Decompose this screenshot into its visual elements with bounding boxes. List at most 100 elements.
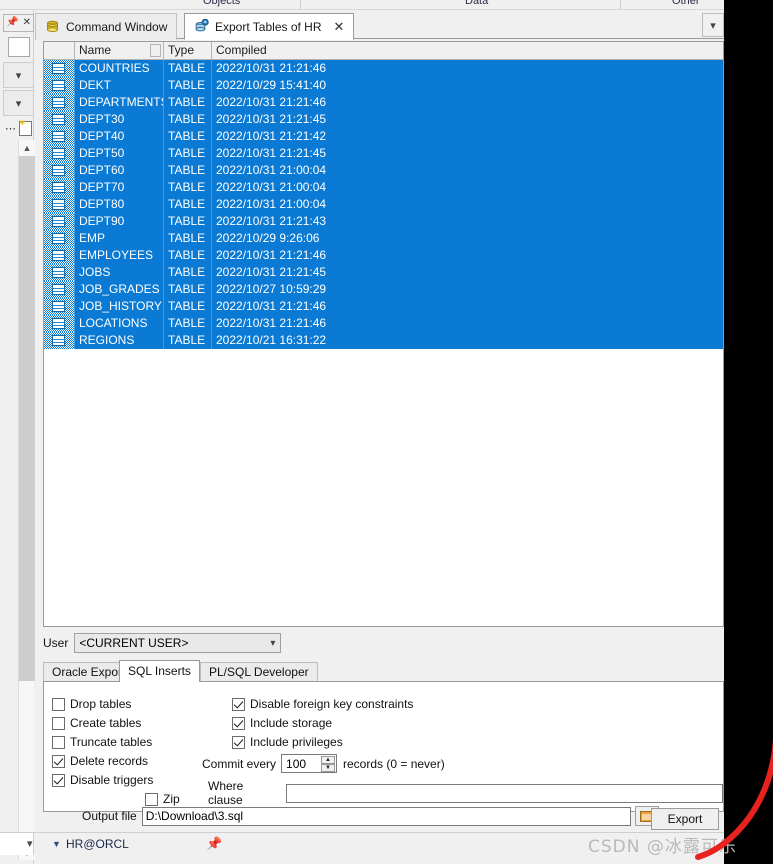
- screenshot-root: Objects Data Other 📌 ✕ ▾ ▾ ⋯ ✶ ▲ Command…: [0, 0, 773, 864]
- where-clause-input[interactable]: [285, 783, 723, 803]
- format-tab-bar: Oracle Export SQL Inserts PL/SQL Develop…: [43, 660, 724, 682]
- table-row[interactable]: DEPT80 TABLE 2022/10/31 21:00:04: [44, 196, 723, 213]
- table-row[interactable]: REGIONS TABLE 2022/10/21 16:31:22: [44, 332, 723, 349]
- cell-object-type: TABLE: [164, 111, 212, 128]
- grid-header-compiled[interactable]: Compiled: [212, 42, 723, 59]
- table-row[interactable]: DEPT70 TABLE 2022/10/31 21:00:04: [44, 179, 723, 196]
- chevron-down-icon: ▾: [15, 97, 22, 110]
- tab-command-window[interactable]: Command Window: [35, 13, 178, 40]
- checkbox-zip[interactable]: Zip: [145, 792, 180, 806]
- checkbox-box[interactable]: [52, 716, 65, 730]
- toolbar-separator: [620, 0, 621, 9]
- dock-scrollbar[interactable]: ▲ ▼: [18, 140, 35, 860]
- table-icon-glyph: [52, 250, 66, 261]
- close-icon[interactable]: ✕: [334, 20, 345, 33]
- tab-sql-inserts[interactable]: SQL Inserts: [119, 660, 200, 682]
- pin-icon[interactable]: 📌: [206, 836, 222, 852]
- checkbox-drop-tables[interactable]: Drop tables: [52, 697, 131, 711]
- csdn-watermark: CSDN @冰露可乐: [588, 837, 737, 857]
- table-row[interactable]: DEPT40 TABLE 2022/10/31 21:21:42: [44, 128, 723, 145]
- checkbox-box[interactable]: [145, 792, 158, 806]
- checkbox-disable-triggers[interactable]: Disable triggers: [52, 773, 153, 787]
- tab-overflow-button[interactable]: ▾: [702, 13, 724, 37]
- table-row[interactable]: DEKT TABLE 2022/10/29 15:41:40: [44, 77, 723, 94]
- checkbox-delete-records[interactable]: Delete records: [52, 754, 148, 768]
- table-row[interactable]: EMP TABLE 2022/10/29 9:26:06: [44, 230, 723, 247]
- table-row[interactable]: COUNTRIES TABLE 2022/10/31 21:21:46: [44, 60, 723, 77]
- grid-header-row: Name Type Compiled: [44, 42, 723, 60]
- checkbox-box[interactable]: [232, 697, 245, 711]
- user-select-value: <CURRENT USER>: [79, 636, 189, 650]
- cell-object-name: JOB_HISTORY: [75, 298, 164, 315]
- table-row[interactable]: EMPLOYEES TABLE 2022/10/31 21:21:46: [44, 247, 723, 264]
- grid-header-name[interactable]: Name: [75, 42, 164, 59]
- object-list-grid[interactable]: Name Type Compiled COUNTRIES TABLE 2022/10…: [43, 41, 724, 627]
- table-row[interactable]: JOB_HISTORY TABLE 2022/10/31 21:21:46: [44, 298, 723, 315]
- checkbox-box[interactable]: [232, 716, 245, 730]
- output-file-input[interactable]: D:\Download\3.sql: [141, 806, 631, 826]
- chevron-up-icon[interactable]: ▲: [19, 140, 35, 155]
- spinner-up-icon[interactable]: ▲: [321, 756, 336, 764]
- toolbar-group-objects: Objects: [203, 0, 241, 7]
- checkbox-box[interactable]: [232, 735, 245, 749]
- table-row[interactable]: JOBS TABLE 2022/10/31 21:21:45: [44, 264, 723, 281]
- grid-header-icon-column[interactable]: [44, 42, 75, 59]
- tab-label: SQL Inserts: [128, 664, 191, 678]
- table-icon-glyph: [52, 318, 66, 329]
- table-row[interactable]: DEPT30 TABLE 2022/10/31 21:21:45: [44, 111, 723, 128]
- toolbar-separator: [300, 0, 301, 9]
- status-connection[interactable]: HR@ORCL: [66, 837, 129, 851]
- checkbox-create-tables[interactable]: Create tables: [52, 716, 141, 730]
- table-icon-glyph: [52, 216, 66, 227]
- checkbox-box[interactable]: [52, 697, 65, 711]
- table-row[interactable]: DEPARTMENTS TABLE 2022/10/31 21:21:46: [44, 94, 723, 111]
- cell-object-name: JOBS: [75, 264, 164, 281]
- table-row[interactable]: LOCATIONS TABLE 2022/10/31 21:21:46: [44, 315, 723, 332]
- checkbox-disable-foreign-key-constraints[interactable]: Disable foreign key constraints: [232, 697, 413, 711]
- ellipsis-icon[interactable]: ⋯: [5, 122, 17, 135]
- grid-header-label: Type: [168, 43, 195, 57]
- checkbox-include-storage[interactable]: Include storage: [232, 716, 332, 730]
- table-row[interactable]: DEPT90 TABLE 2022/10/31 21:21:43: [44, 213, 723, 230]
- status-bar-left-cell: ▾: [0, 833, 34, 855]
- cell-compiled-timestamp: 2022/10/31 21:00:04: [216, 180, 327, 194]
- table-icon: [44, 230, 75, 247]
- cell-object-type: TABLE: [164, 264, 212, 281]
- commit-every-stepper[interactable]: 100 ▲ ▼: [281, 754, 338, 773]
- tab-plsql-developer[interactable]: PL/SQL Developer: [200, 662, 318, 682]
- checkbox-truncate-tables[interactable]: Truncate tables: [52, 735, 152, 749]
- user-select[interactable]: <CURRENT USER> ▾: [74, 633, 282, 653]
- spinner-down-icon[interactable]: ▼: [321, 764, 336, 772]
- cell-object-type: TABLE: [164, 332, 212, 349]
- table-icon: [44, 162, 75, 179]
- chevron-down-icon[interactable]: ▾: [27, 837, 33, 850]
- table-row[interactable]: DEPT50 TABLE 2022/10/31 21:21:45: [44, 145, 723, 162]
- cell-object-type: TABLE: [164, 128, 212, 145]
- table-icon: [44, 298, 75, 315]
- pin-icon[interactable]: 📌: [6, 18, 18, 28]
- grid-header-type[interactable]: Type: [164, 42, 212, 59]
- close-icon[interactable]: ✕: [23, 18, 31, 28]
- dock-section-collapse-2[interactable]: ▾: [3, 90, 34, 116]
- cell-object-name: JOB_GRADES: [75, 281, 164, 298]
- cell-object-name: DEPT80: [75, 196, 164, 213]
- table-icon-glyph: [52, 267, 66, 278]
- export-button[interactable]: Export: [651, 808, 719, 830]
- table-row[interactable]: JOB_GRADES TABLE 2022/10/27 10:59:29: [44, 281, 723, 298]
- new-document-icon[interactable]: ✶: [18, 118, 32, 136]
- checkbox-box[interactable]: [52, 754, 65, 768]
- checkbox-include-privileges[interactable]: Include privileges: [232, 735, 343, 749]
- tab-export-tables-of-hr[interactable]: Export Tables of HR ✕: [184, 13, 355, 40]
- checkbox-box[interactable]: [52, 735, 65, 749]
- dock-section-collapse-1[interactable]: ▾: [3, 62, 34, 88]
- checkbox-label: Disable triggers: [70, 773, 154, 787]
- cell-compiled-timestamp: 2022/10/31 21:21:43: [216, 214, 327, 228]
- stepper-buttons[interactable]: ▲ ▼: [321, 756, 336, 772]
- table-row[interactable]: DEPT60 TABLE 2022/10/31 21:00:04: [44, 162, 723, 179]
- commit-every-suffix: records (0 = never): [343, 756, 445, 771]
- column-resize-grip[interactable]: [150, 44, 161, 57]
- triangle-down-icon[interactable]: ▼: [52, 839, 61, 849]
- checkbox-label: Drop tables: [70, 697, 132, 711]
- checkbox-box[interactable]: [52, 773, 65, 787]
- scrollbar-thumb[interactable]: [19, 156, 35, 681]
